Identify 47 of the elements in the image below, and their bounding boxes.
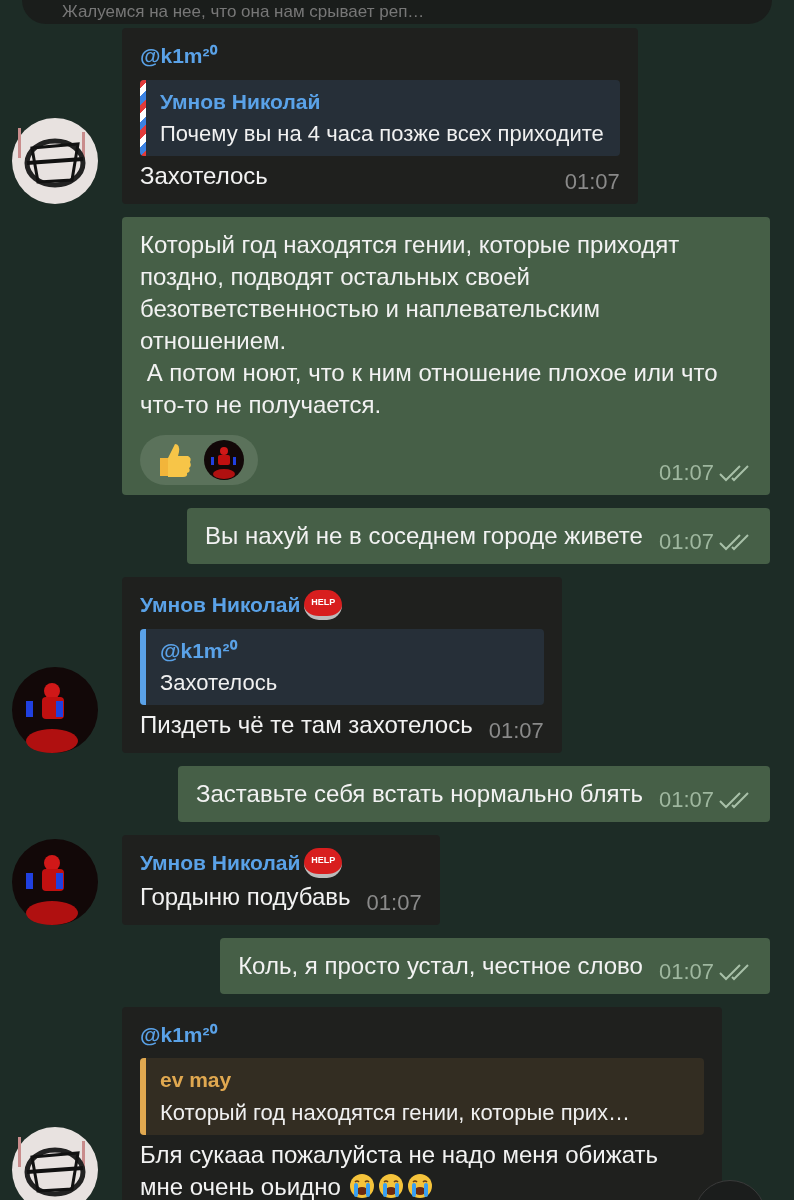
quote-text: Который год находятся гении, которые прих… bbox=[160, 1098, 631, 1127]
double-check-icon bbox=[718, 533, 752, 551]
message-text: Заставьте себя встать нормально блять bbox=[196, 780, 643, 807]
message-bubble[interactable]: Умнов Николай HELP Гордыню подубавь 01:07 bbox=[122, 835, 440, 925]
quote-author: Умнов Николай bbox=[160, 88, 322, 115]
double-check-icon bbox=[718, 791, 752, 809]
message-bubble[interactable]: Вы нахуй не в соседнем городе живете 01:07 bbox=[187, 508, 770, 564]
quote-text: Почему вы на 4 часа позже всех приходите bbox=[160, 120, 604, 148]
message-time: 01:07 bbox=[658, 957, 714, 986]
message-text: Гордыню подубавь bbox=[140, 882, 351, 910]
reply-quote[interactable]: @k1m²⁰ Захотелось bbox=[140, 628, 544, 705]
message-text: Пиздеть чё те там захотелось bbox=[140, 711, 473, 738]
sender-name[interactable]: Умнов Николай bbox=[140, 589, 301, 621]
double-check-icon bbox=[718, 463, 752, 482]
pinned-text: Жалуемся на нее, что она нам срывает реп… bbox=[62, 1, 425, 24]
message-bubble[interactable]: @k1m²⁰ Умнов Николай Почему вы на 4 часа позже всех приходите Захотелось 01:07 bbox=[122, 28, 638, 204]
reaction-chip[interactable] bbox=[140, 435, 258, 485]
message-text: Бля сукааа пожалуйста не надо меня обижать мне очень оьидно bbox=[140, 1140, 660, 1200]
message-text: Вы нахуй не в соседнем городе живете bbox=[205, 522, 643, 549]
pinned-message-bar[interactable]: Жалуемся на нее, что она нам срывает реп… bbox=[22, 0, 772, 24]
sender-name[interactable]: @k1m²⁰ bbox=[140, 1018, 217, 1050]
message-time: 01:07 bbox=[658, 528, 714, 556]
sender-name[interactable]: Умнов Николай bbox=[140, 847, 301, 879]
help-badge: HELP bbox=[304, 589, 343, 620]
message-bubble[interactable]: Умнов Николай HELP @k1m²⁰ Захотелось Пиздеть чё те там захотелось 01:07 bbox=[122, 577, 562, 753]
message-time: 01:07 bbox=[366, 888, 422, 917]
message-text: Который год находятся гении, которые приходят поздно, подводят остальных своей безответственностью и наплевательским отношением. А потом ноют, что к ним отношение плохое или что что-то не получается. bbox=[140, 230, 719, 420]
message-time: 01:07 bbox=[658, 459, 714, 487]
reply-quote[interactable]: Умнов Николай Почему вы на 4 часа позже всех приходите bbox=[140, 79, 620, 156]
message-bubble[interactable]: Коль, я просто устал, честное слово 01:07 bbox=[220, 937, 770, 994]
avatar[interactable] bbox=[12, 118, 98, 204]
quote-author: ev may bbox=[160, 1067, 233, 1093]
help-badge: HELP bbox=[304, 847, 343, 878]
message-time: 01:07 bbox=[488, 717, 544, 745]
avatar[interactable] bbox=[12, 1126, 98, 1200]
message-text: Захотелось bbox=[140, 162, 268, 189]
message-bubble[interactable]: @k1m²⁰ ev may Который год находятся гении, которые прих… Бля сукааа пожалуйста не надо меня обижать мне очень оьидно bbox=[122, 1006, 722, 1200]
quote-author: @k1m²⁰ bbox=[160, 637, 239, 664]
message-text: Коль, я просто устал, честное слово bbox=[238, 951, 643, 979]
message-bubble[interactable]: Заставьте себя встать нормально блять 01:07 bbox=[178, 766, 770, 822]
message-time: 01:07 bbox=[564, 168, 620, 196]
quote-text: Захотелось bbox=[160, 669, 278, 697]
double-check-icon bbox=[718, 962, 752, 981]
message-time: 01:07 bbox=[658, 786, 714, 814]
message-bubble[interactable] bbox=[122, 217, 770, 495]
reply-quote[interactable]: ev may Который год находятся гении, которые прих… bbox=[140, 1058, 704, 1135]
sender-name[interactable]: @k1m²⁰ bbox=[140, 40, 217, 72]
